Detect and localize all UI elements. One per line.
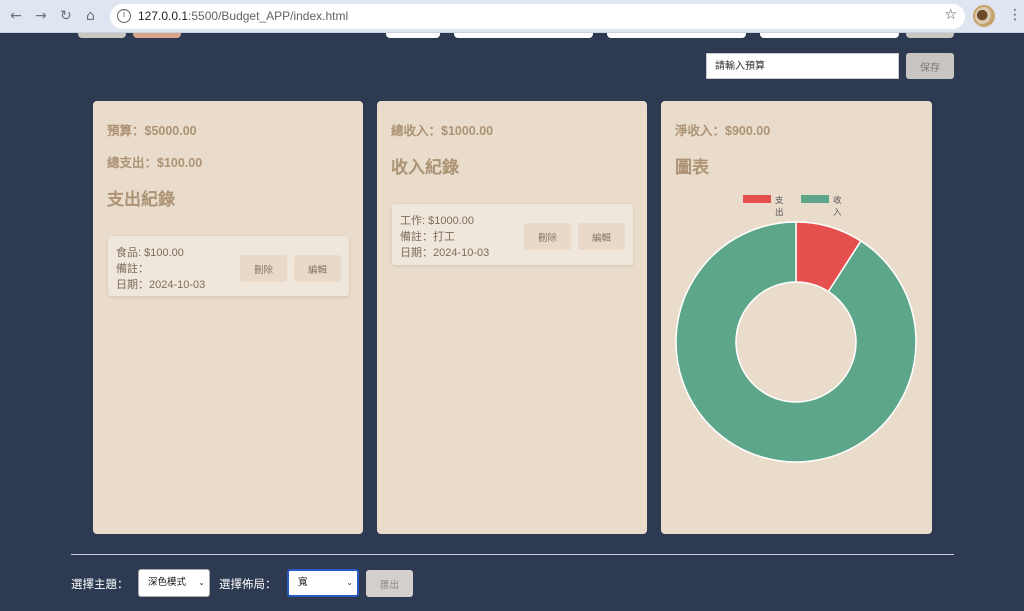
bookmark-star-icon[interactable]: ☆ (944, 7, 957, 23)
income-record-item: 工作: $1000.00 備註：打工 日期：2024-10-03 刪除 編輯 (392, 204, 633, 265)
home-icon[interactable]: ⌂ (86, 8, 95, 24)
url-text: 127.0.0.1:5500/Budget_APP/index.html (138, 9, 349, 23)
save-budget-button[interactable]: 保存 (906, 53, 954, 79)
net-income: 淨收入：$900.00 (675, 124, 771, 138)
hidden-top-button-3[interactable] (906, 33, 954, 38)
doughnut-slice-1[interactable] (675, 221, 917, 463)
profile-avatar[interactable] (973, 5, 995, 27)
record-date: 日期：2024-10-03 (400, 247, 490, 259)
theme-label: 選擇主題： (71, 579, 129, 591)
doughnut-chart[interactable] (661, 212, 932, 472)
theme-select-value: 深色模式 (148, 577, 187, 588)
budget-input[interactable] (706, 53, 899, 79)
legend-swatch-income[interactable] (801, 195, 829, 203)
record-note: 備註：打工 (400, 231, 455, 243)
chevron-down-icon: ⌄ (346, 578, 353, 587)
legend-swatch-expense[interactable] (743, 195, 771, 203)
chart-card: 淨收入：$900.00 圖表 支出 收入 (661, 101, 932, 534)
hidden-top-button-1[interactable] (78, 33, 126, 38)
income-records-heading: 收入紀錄 (391, 158, 459, 177)
income-card: 總收入：$1000.00 收入紀錄 工作: $1000.00 備註：打工 日期：… (377, 101, 647, 534)
record-note: 備註： (116, 263, 149, 275)
expense-records-heading: 支出紀錄 (107, 190, 175, 209)
total-expense: 總支出：$100.00 (107, 156, 203, 170)
expense-record-item: 食品: $100.00 備註： 日期：2024-10-03 刪除 編輯 (108, 236, 349, 296)
delete-income-button[interactable]: 刪除 (524, 223, 571, 250)
hidden-top-input-1[interactable] (386, 33, 440, 38)
record-category-amount: 食品: $100.00 (116, 247, 184, 259)
record-date: 日期：2024-10-03 (116, 279, 206, 291)
edit-income-button[interactable]: 編輯 (578, 223, 625, 250)
address-bar[interactable]: i 127.0.0.1:5500/Budget_APP/index.html ☆ (110, 4, 965, 29)
edit-expense-button[interactable]: 編輯 (294, 255, 341, 282)
hidden-top-input-3[interactable] (607, 33, 746, 38)
hidden-top-button-2[interactable] (133, 33, 181, 38)
record-category-amount: 工作: $1000.00 (400, 215, 474, 227)
layout-select[interactable]: 寬 ⌄ (287, 569, 359, 597)
export-button[interactable]: 匯出 (366, 570, 413, 597)
back-icon[interactable]: ← (10, 8, 22, 24)
hidden-top-input-2[interactable] (454, 33, 593, 38)
browser-menu-icon[interactable]: ⋮ (1008, 7, 1022, 23)
footer-divider (71, 554, 954, 555)
theme-select[interactable]: 深色模式 ⌄ (138, 569, 210, 597)
layout-label: 選擇佈局： (219, 579, 277, 591)
forward-icon[interactable]: → (35, 8, 47, 24)
reload-icon[interactable]: ↻ (60, 8, 72, 24)
hidden-top-input-4[interactable] (760, 33, 899, 38)
delete-expense-button[interactable]: 刪除 (240, 255, 287, 282)
expense-card: 預算：$5000.00 總支出：$100.00 支出紀錄 食品: $100.00… (93, 101, 363, 534)
browser-toolbar: ← → ↻ ⌂ i 127.0.0.1:5500/Budget_APP/inde… (0, 0, 1024, 33)
layout-select-value: 寬 (298, 577, 308, 588)
chevron-down-icon: ⌄ (198, 578, 205, 587)
site-info-icon[interactable]: i (117, 9, 131, 23)
budget-amount: 預算：$5000.00 (107, 124, 197, 138)
chart-heading: 圖表 (675, 158, 709, 177)
total-income: 總收入：$1000.00 (391, 124, 494, 138)
